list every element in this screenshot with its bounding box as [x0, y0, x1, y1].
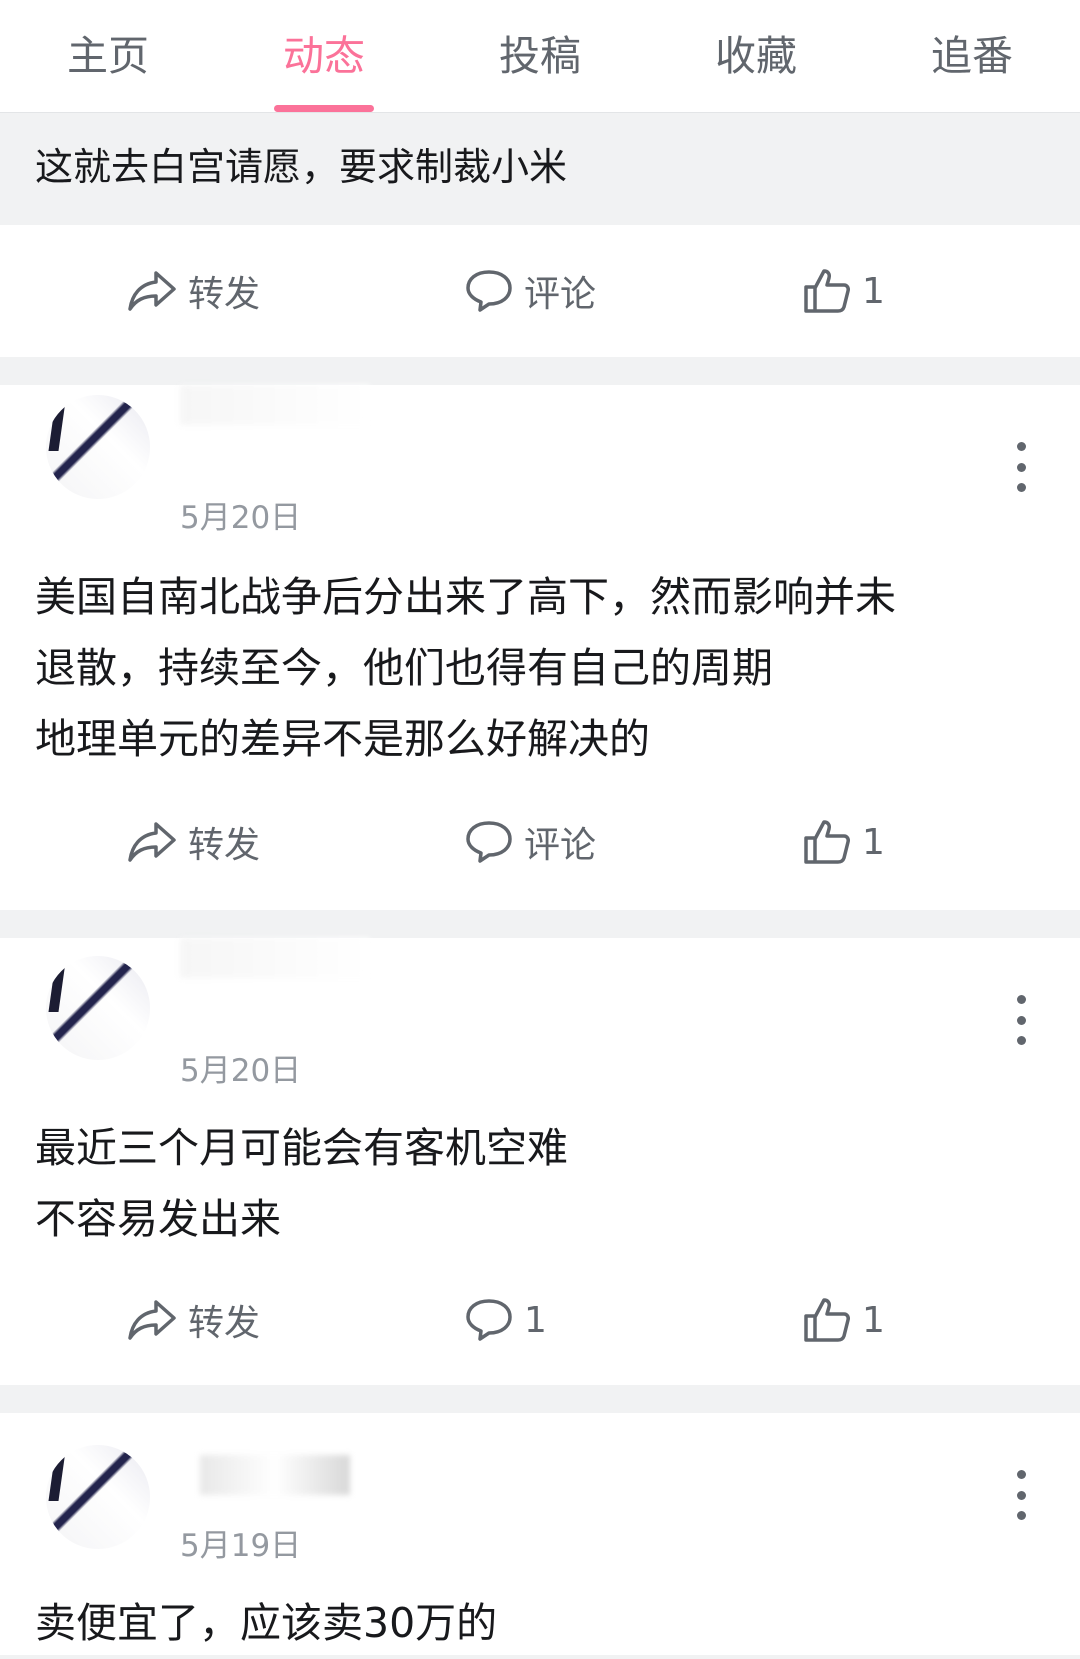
tab-following-anime[interactable]: 追番	[902, 26, 1042, 86]
post-date: 5月20日	[180, 1053, 302, 1089]
post-text-line: 不容易发出来	[35, 1195, 281, 1243]
like-button[interactable]: 1	[802, 1290, 885, 1350]
thumbs-up-icon	[804, 1298, 850, 1342]
post-text: 最近三个月可能会有客机空难 不容易发出来	[35, 1113, 1045, 1255]
avatar[interactable]	[46, 956, 150, 1060]
forward-label: 转发	[188, 274, 261, 315]
comment-button[interactable]: 1	[464, 1290, 547, 1350]
comment-label: 评论	[524, 825, 597, 866]
post-text-line: 最近三个月可能会有客机空难	[35, 1124, 568, 1172]
post-date: 5月19日	[180, 1528, 302, 1564]
post-card-actions: 转发 评论 1	[0, 225, 1080, 357]
tab-home[interactable]: 主页	[38, 26, 178, 86]
share-icon	[128, 271, 176, 311]
avatar[interactable]	[46, 1445, 150, 1549]
like-button[interactable]: 1	[802, 812, 885, 872]
like-count: 1	[862, 821, 885, 863]
more-options-icon[interactable]	[1006, 442, 1036, 492]
post-text: 卖便宜了，应该卖30万的	[35, 1588, 1045, 1659]
post-text-line: 美国自南北战争后分出来了高下，然而影响并未	[35, 573, 896, 621]
more-options-icon[interactable]	[1006, 995, 1036, 1045]
comment-bubble-icon	[466, 270, 512, 312]
comment-button[interactable]: 评论	[464, 261, 596, 321]
username-redacted[interactable]	[200, 1455, 350, 1495]
forwarded-content-block[interactable]: 这就去白宫请愿，要求制裁小米	[0, 112, 1080, 225]
comment-bubble-icon	[466, 821, 512, 863]
like-count: 1	[862, 1299, 885, 1341]
comment-label: 评论	[524, 274, 597, 315]
username-redacted[interactable]	[180, 385, 370, 425]
post-text-line: 退散，持续至今，他们也得有自己的周期	[35, 644, 773, 692]
thumbs-up-icon	[804, 820, 850, 864]
comment-bubble-icon	[466, 1299, 512, 1341]
post-text-line: 地理单元的差异不是那么好解决的	[35, 715, 650, 763]
post-card: 5月20日 美国自南北战争后分出来了高下，然而影响并未 退散，持续至今，他们也得…	[0, 385, 1080, 910]
tab-favorites[interactable]: 收藏	[686, 26, 826, 86]
post-text-line: 卖便宜了，应该卖30万的	[35, 1599, 498, 1647]
post-card: 5月19日 卖便宜了，应该卖30万的	[0, 1413, 1080, 1655]
forward-button[interactable]: 转发	[126, 1290, 260, 1350]
more-options-icon[interactable]	[1006, 1470, 1036, 1520]
forward-label: 转发	[188, 825, 261, 866]
tab-dynamics[interactable]: 动态	[254, 26, 394, 86]
comment-button[interactable]: 评论	[464, 812, 596, 872]
comment-count: 1	[524, 1299, 547, 1341]
post-card: 5月20日 最近三个月可能会有客机空难 不容易发出来 转发 1 1	[0, 938, 1080, 1385]
like-button[interactable]: 1	[802, 261, 885, 321]
thumbs-up-icon	[804, 269, 850, 313]
forwarded-content-text: 这就去白宫请愿，要求制裁小米	[35, 145, 568, 189]
tab-submissions[interactable]: 投稿	[470, 26, 610, 86]
post-date: 5月20日	[180, 500, 302, 536]
forward-button[interactable]: 转发	[126, 261, 260, 321]
forward-button[interactable]: 转发	[126, 812, 260, 872]
top-tab-bar: 主页 动态 投稿 收藏 追番	[0, 0, 1080, 113]
like-count: 1	[862, 270, 885, 312]
avatar[interactable]	[46, 395, 150, 499]
post-text: 美国自南北战争后分出来了高下，然而影响并未 退散，持续至今，他们也得有自己的周期…	[35, 562, 1045, 775]
forward-label: 转发	[188, 1303, 261, 1344]
active-tab-indicator	[274, 105, 374, 112]
share-icon	[128, 1300, 176, 1340]
share-icon	[128, 822, 176, 862]
username-redacted[interactable]	[180, 938, 370, 978]
